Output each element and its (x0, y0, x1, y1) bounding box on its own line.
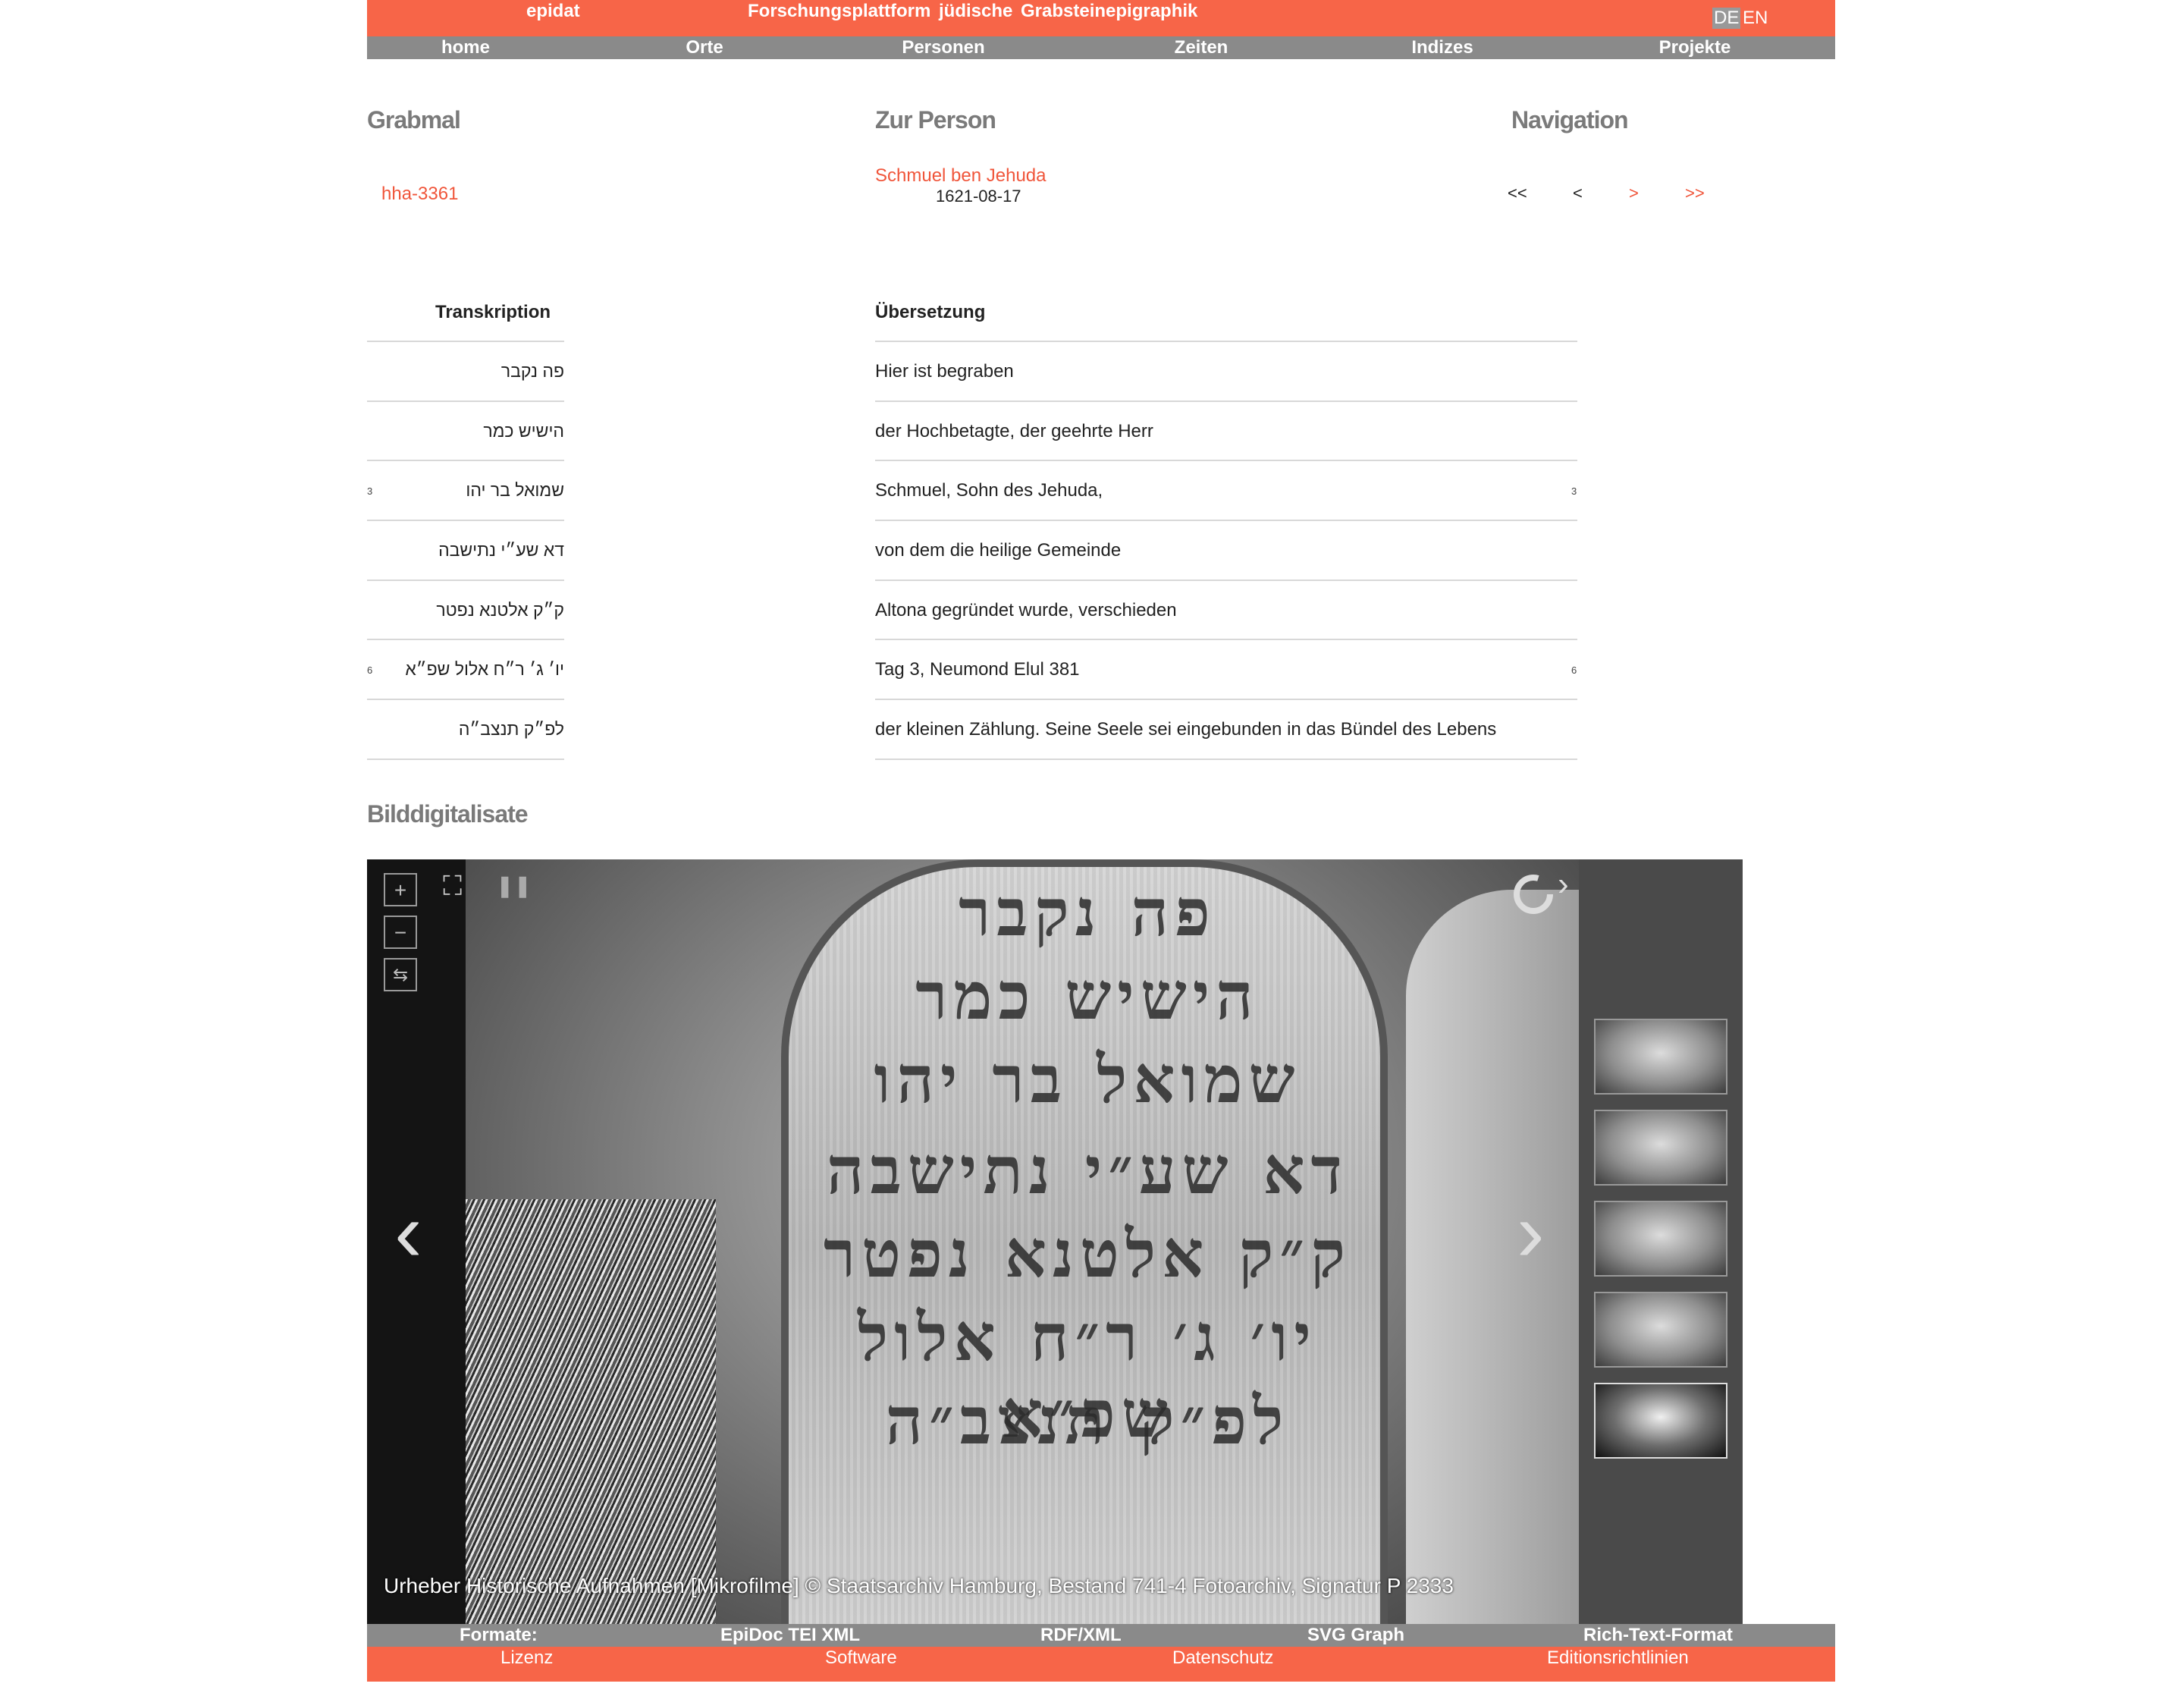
tagline-word: Grabsteinepigraphik (1021, 1, 1198, 21)
divider (367, 460, 564, 461)
translation-line: Schmuel, Sohn des Jehuda, (875, 480, 1103, 501)
inscription-line: ק״ק אלטנא נפטר (823, 1216, 1352, 1293)
nav-zeiten[interactable]: Zeiten (1156, 36, 1247, 59)
translation-line: der Hochbetagte, der geehrte Herr (875, 421, 1153, 441)
format-rtf-link[interactable]: Rich-Text-Format (1583, 1624, 1733, 1647)
footer-datenschutz-link[interactable]: Datenschutz (1172, 1647, 1273, 1669)
translation-line: von dem die heilige Gemeinde (875, 540, 1122, 561)
translation-header: Übersetzung (875, 302, 986, 322)
formats-bar: Formate: EpiDoc TEI XML RDF/XML SVG Grap… (367, 1624, 1835, 1647)
thumbnail[interactable] (1594, 1019, 1727, 1095)
transcription-line: דא שע״י נתישבה (438, 540, 564, 560)
footer-editionsrichtlinien-link[interactable]: Editionsrichtlinien (1547, 1647, 1689, 1669)
divider (367, 341, 564, 342)
nav-last-button[interactable]: >> (1685, 184, 1705, 203)
inscription-line: הישיש כמר (915, 958, 1260, 1035)
neighbor-stone (1406, 890, 1579, 1624)
fullscreen-icon[interactable]: ⛶ (443, 870, 462, 903)
divider (367, 699, 564, 700)
transcription-line: ק״ק אלטנא נפטר (436, 600, 564, 620)
translation-line: Tag 3, Neumond Elul 381 (875, 659, 1080, 680)
nav-prev-button[interactable]: < (1573, 184, 1583, 203)
line-number: 3 (1571, 485, 1577, 497)
main-nav: home Orte Personen Zeiten Indizes Projek… (367, 36, 1835, 59)
formats-label: Formate: (460, 1625, 538, 1645)
grabmal-heading: Grabmal (367, 106, 461, 133)
transcription-line: שמואל בר יהו (466, 480, 564, 500)
nav-orte[interactable]: Orte (670, 36, 739, 59)
inscription-line: פה נקבר (959, 875, 1216, 951)
format-svg-link[interactable]: SVG Graph (1307, 1624, 1404, 1647)
divider (875, 639, 1577, 640)
divider (367, 580, 564, 581)
lang-de-link[interactable]: DE (1712, 8, 1741, 29)
transcription-line: יו׳ ג׳ ר״ח אלול שפ״א (405, 659, 564, 679)
nav-indizes[interactable]: Indizes (1397, 36, 1488, 59)
transcription-line: לפ״ק תנצב״ה (458, 719, 564, 739)
divider (875, 400, 1577, 402)
inscription-line: שמואל בר יהו (874, 1041, 1301, 1118)
thumbnail-panel (1579, 859, 1743, 1624)
zoom-in-button[interactable]: + (384, 873, 417, 906)
images-heading: Bilddigitalisate (367, 800, 529, 828)
divider (367, 520, 564, 521)
divider (367, 400, 564, 402)
previous-image-arrow-icon[interactable]: ‹ (394, 1184, 422, 1280)
image-viewer[interactable]: פה נקבר הישיש כמר שמואל בר יהו דא שע״י נ… (367, 859, 1579, 1624)
divider (367, 759, 564, 760)
brand-link[interactable]: epidat (526, 0, 580, 23)
inscription-line: דא שע״י נתישבה (826, 1132, 1348, 1209)
person-date: 1621-08-17 (936, 187, 1021, 206)
thumbnail[interactable] (1594, 1110, 1727, 1186)
translation-line: der kleinen Zählung. Seine Seele sei ein… (875, 719, 1497, 740)
pause-icon[interactable]: ❚❚ (496, 873, 532, 898)
header-bar: epidat Forschungsplattform jüdische Grab… (367, 0, 1835, 36)
footer-lizenz-link[interactable]: Lizenz (500, 1647, 553, 1669)
divider (875, 580, 1577, 581)
thumbnail-selected[interactable] (1594, 1383, 1727, 1459)
tagline-word: Forschungsplattform (748, 1, 931, 21)
translation-line: Altona gegründet wurde, verschieden (875, 600, 1177, 620)
thumbnail[interactable] (1594, 1201, 1727, 1277)
navigation-heading: Navigation (1511, 106, 1629, 133)
grabmal-id-link[interactable]: hha-3361 (381, 184, 458, 205)
nav-first-button[interactable]: << (1508, 184, 1527, 203)
grass-area (466, 1199, 716, 1624)
divider (875, 520, 1577, 521)
lang-en-link[interactable]: EN (1743, 8, 1768, 29)
rotate-button[interactable]: ⇆ (384, 958, 417, 991)
divider (875, 341, 1577, 342)
footer-bar: Lizenz Software Datenschutz Editionsrich… (367, 1647, 1835, 1682)
divider (367, 639, 564, 640)
nav-personen[interactable]: Personen (890, 36, 996, 59)
next-image-arrow-icon[interactable]: › (1517, 1184, 1545, 1280)
translation-line: Hier ist begraben (875, 361, 1014, 382)
format-epidoc-link[interactable]: EpiDoc TEI XML (720, 1624, 860, 1647)
inscription-line: לפ״ק תנצב״ה (885, 1383, 1290, 1459)
transcription-line: הישיש כמר (483, 421, 564, 441)
zoom-out-button[interactable]: − (384, 916, 417, 949)
nav-home[interactable]: home (428, 36, 504, 59)
transcription-header: Transkription (435, 302, 551, 322)
line-number: 6 (1571, 664, 1577, 676)
person-heading: Zur Person (875, 106, 996, 133)
transcription-line: פה נקבר (500, 361, 564, 381)
tagline-word: jüdische (939, 1, 1013, 21)
nav-next-button[interactable]: > (1629, 184, 1639, 203)
divider (875, 699, 1577, 700)
image-credit: Urheber Historische Aufnahmen [Mikrofilm… (384, 1574, 1454, 1597)
footer-software-link[interactable]: Software (825, 1647, 897, 1669)
person-name-link[interactable]: Schmuel ben Jehuda (875, 165, 1046, 187)
gravestone-photo: פה נקבר הישיש כמר שמואל בר יהו דא שע״י נ… (466, 859, 1579, 1624)
divider (875, 759, 1577, 760)
nav-projekte[interactable]: Projekte (1646, 36, 1744, 59)
loading-spinner-icon (1514, 875, 1553, 914)
format-rdf-link[interactable]: RDF/XML (1040, 1624, 1122, 1647)
divider (875, 460, 1577, 461)
panel-toggle-icon[interactable]: › (1558, 865, 1569, 903)
thumbnail[interactable] (1594, 1292, 1727, 1368)
